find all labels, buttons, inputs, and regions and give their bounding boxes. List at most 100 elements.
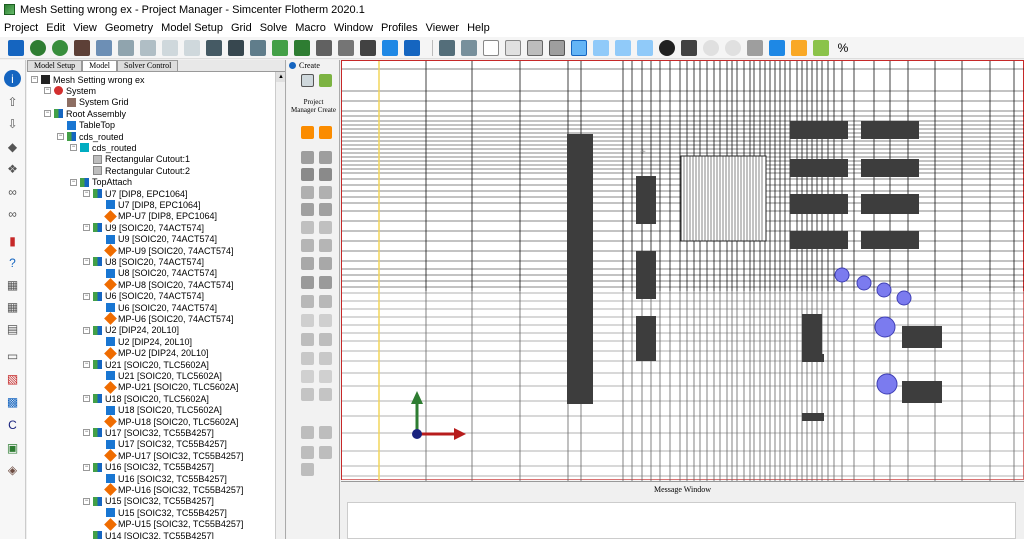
pcb-icon[interactable] <box>301 221 314 234</box>
tree-item[interactable]: Rectangular Cutout:1 <box>83 154 190 165</box>
camera-icon[interactable] <box>681 39 697 56</box>
undo-icon[interactable] <box>703 39 719 56</box>
tree-item[interactable]: − U16 [SOIC32, TC55B4257] <box>83 462 214 473</box>
cutout-icon[interactable] <box>301 352 314 365</box>
grid-fine-icon[interactable]: ▦ <box>4 298 21 315</box>
cuboid-icon[interactable] <box>301 151 314 164</box>
tree-item[interactable]: MP-U18 [SOIC20, TLC5602A] <box>96 415 238 428</box>
collapse-icon[interactable]: − <box>83 326 90 334</box>
tree-item[interactable]: − U17 [SOIC32, TC55B4257] <box>83 427 214 438</box>
probe-icon[interactable] <box>791 39 807 56</box>
collapse-icon[interactable]: − <box>44 110 51 118</box>
tree-scrollbar[interactable]: ▲ <box>275 72 285 539</box>
view-active-icon[interactable] <box>571 39 587 56</box>
source-icon[interactable] <box>319 221 332 234</box>
tree-item[interactable]: U2 [DIP24, 20L10] <box>96 336 192 347</box>
collapse-icon[interactable]: − <box>70 178 77 186</box>
arrow-down-icon[interactable]: ⇩ <box>4 115 21 132</box>
tree-item[interactable]: U15 [SOIC32, TC55B4257] <box>96 507 227 518</box>
sphere-icon[interactable] <box>301 186 314 199</box>
die-icon[interactable] <box>319 276 332 289</box>
tree-item[interactable]: MP-U8 [SOIC20, 74ACT574] <box>96 278 234 292</box>
view-cells-icon[interactable] <box>637 39 653 56</box>
assembly-icon[interactable] <box>319 186 332 199</box>
assembly-icon[interactable] <box>96 39 112 56</box>
message-window-body[interactable] <box>347 502 1016 539</box>
network-icon[interactable] <box>747 39 763 56</box>
tab-solver-control[interactable]: Solver Control <box>117 60 179 71</box>
tree-item[interactable]: System Grid <box>57 97 129 108</box>
tree-item[interactable]: − cds_routed <box>70 142 137 153</box>
chassis-icon[interactable] <box>301 463 314 476</box>
menu-profiles[interactable]: Profiles <box>381 22 418 34</box>
arrow-right-icon[interactable] <box>319 126 332 139</box>
cooler-icon[interactable] <box>319 257 332 270</box>
table-icon[interactable] <box>439 39 455 56</box>
tab-model[interactable]: Model <box>82 60 117 71</box>
collapse-icon[interactable]: − <box>44 87 51 95</box>
tree-item[interactable]: − U18 [SOIC20, TLC5602A] <box>83 393 209 404</box>
wedge-icon[interactable] <box>301 168 314 181</box>
view-frame-icon[interactable] <box>527 39 543 56</box>
plot-icon[interactable]: ▧ <box>4 370 21 387</box>
help-query-icon[interactable]: ? <box>4 254 21 271</box>
user-icon[interactable] <box>74 39 90 56</box>
curve-tool-icon[interactable] <box>301 388 314 401</box>
redo-icon[interactable] <box>725 39 741 56</box>
resistance-icon[interactable] <box>319 239 332 252</box>
eyeglasses-icon[interactable]: ∞ <box>4 183 21 200</box>
tec-icon[interactable] <box>301 446 314 459</box>
tab-model-setup[interactable]: Model Setup <box>27 60 83 71</box>
tree-item[interactable]: U16 [SOIC32, TC55B4257] <box>96 473 227 484</box>
fixed-flow-icon[interactable] <box>301 276 314 289</box>
ungroup-icon[interactable] <box>118 39 134 56</box>
tree-item[interactable]: − U9 [SOIC20, 74ACT574] <box>83 222 204 233</box>
eyeglasses-outline-icon[interactable]: ∞ <box>4 205 21 222</box>
menu-model-setup[interactable]: Model Setup <box>161 22 223 34</box>
curve-icon[interactable] <box>338 39 354 56</box>
prism-icon[interactable] <box>319 151 332 164</box>
cluster-icon[interactable]: ▩ <box>4 393 21 410</box>
tree-item[interactable]: MP-U15 [SOIC32, TC55B4257] <box>96 517 243 531</box>
edit-icon[interactable] <box>505 39 521 56</box>
tree-item[interactable]: MP-U7 [DIP8, EPC1064] <box>96 209 217 223</box>
tree-item[interactable]: U8 [SOIC20, 74ACT574] <box>96 268 217 279</box>
menu-window[interactable]: Window <box>334 22 373 34</box>
arrow-left-icon[interactable] <box>301 126 314 139</box>
move-icon[interactable] <box>813 39 829 56</box>
tree-item[interactable]: U21 [SOIC20, TLC5602A] <box>96 370 222 381</box>
region-icon[interactable] <box>319 314 332 327</box>
tree-item[interactable]: U17 [SOIC32, TC55B4257] <box>96 439 227 450</box>
palette-tool-icon[interactable] <box>319 74 332 87</box>
tree-item[interactable]: U14 [SOIC32, TC55B4257] <box>83 530 214 539</box>
view-solid-icon[interactable] <box>549 39 565 56</box>
arrow-up-icon[interactable]: ⇧ <box>4 93 21 110</box>
tree-item[interactable]: U18 [SOIC20, TLC5602A] <box>96 405 222 416</box>
enclosure-icon[interactable] <box>319 203 332 216</box>
tree-item[interactable]: − U8 [SOIC20, 74ACT574] <box>83 256 204 267</box>
perforated-plate-icon[interactable] <box>319 352 332 365</box>
heatsink-icon[interactable] <box>301 257 314 270</box>
diamond-icon[interactable]: ◆ <box>4 138 21 155</box>
menu-macro[interactable]: Macro <box>295 22 326 34</box>
angled-icon[interactable] <box>319 370 332 383</box>
fan-icon[interactable] <box>769 39 785 56</box>
commander-icon[interactable]: C <box>4 416 21 433</box>
select-pointer-icon[interactable] <box>483 39 499 56</box>
tree-item[interactable]: MP-U21 [SOIC20, TLC5602A] <box>96 380 238 394</box>
grid-region-icon[interactable] <box>319 295 332 308</box>
tree-item[interactable]: − TopAttach <box>70 177 132 188</box>
move-diamond-icon[interactable]: ❖ <box>4 160 21 177</box>
menu-view[interactable]: View <box>73 22 97 34</box>
globe-icon[interactable] <box>52 39 68 56</box>
view-mesh-icon[interactable] <box>615 39 631 56</box>
menu-grid[interactable]: Grid <box>231 22 252 34</box>
heat-pipe-icon[interactable] <box>319 446 332 459</box>
block-icon[interactable] <box>301 203 314 216</box>
thermal-icon[interactable] <box>319 333 332 346</box>
grid-cell-icon[interactable]: ▦ <box>4 276 21 293</box>
tree-item[interactable]: U9 [SOIC20, 74ACT574] <box>96 234 217 245</box>
solid-cube-icon[interactable] <box>382 39 398 56</box>
settings-icon[interactable] <box>206 39 222 56</box>
paste-icon[interactable] <box>184 39 200 56</box>
